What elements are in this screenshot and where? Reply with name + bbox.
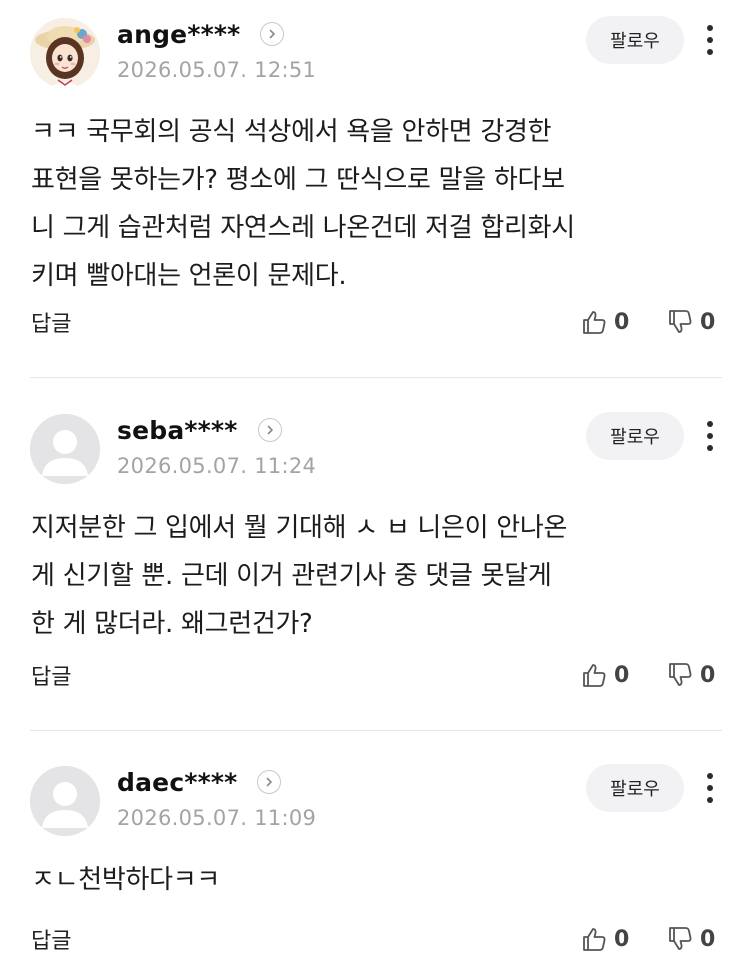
follow-button[interactable]: 팔로우 [586, 412, 684, 460]
comment-date: 2026.05.07. 12:51 [117, 58, 317, 82]
thumbs-up-icon [583, 928, 606, 951]
reply-button[interactable]: 답글 [31, 306, 71, 338]
dislike-count: 0 [700, 662, 716, 688]
nickname-row: seba**** [117, 413, 282, 447]
comment-date: 2026.05.07. 11:09 [117, 806, 317, 830]
like-button[interactable]: 0 [580, 302, 629, 342]
comment-footer: 답글 0 0 [0, 302, 750, 342]
follow-button[interactable]: 팔로우 [586, 16, 684, 64]
dislike-count: 0 [700, 926, 716, 952]
dislike-button[interactable]: 0 [666, 655, 715, 695]
default-user-avatar [30, 414, 100, 484]
nickname-row: daec**** [117, 765, 282, 799]
comment-item: ange**** 2026.05.07. 12:51 팔로우 ㅋㅋ 국무회의 공… [0, 0, 750, 378]
like-count: 0 [614, 309, 630, 335]
chevron-right-icon[interactable] [257, 418, 282, 442]
dislike-button[interactable]: 0 [666, 302, 715, 342]
divider [30, 730, 722, 731]
avatar[interactable] [30, 18, 100, 88]
comment-text: 지저분한 그 입에서 뭘 기대해 ㅅ ㅂ 니은이 안나온 게 신기할 뿐. 근데… [31, 513, 568, 639]
avatar[interactable] [30, 766, 100, 836]
comment-text: ㅋㅋ 국무회의 공식 석상에서 욕을 안하면 강경한 표현을 못하는가? 평소에… [31, 117, 575, 291]
thumbs-up-icon [583, 311, 606, 334]
more-options-icon[interactable] [697, 768, 723, 808]
thumbs-down-icon [669, 927, 692, 950]
nickname-row: ange**** [117, 17, 285, 51]
like-button[interactable]: 0 [580, 655, 629, 695]
like-button[interactable]: 0 [580, 919, 629, 958]
thumbs-up-icon [583, 664, 606, 687]
thumbs-down-icon [669, 663, 692, 686]
comment-item: daec**** 2026.05.07. 11:09 팔로우 ㅈㄴ천박하다ㅋㅋ … [0, 748, 750, 958]
dislike-count: 0 [700, 309, 716, 335]
profile-character-avatar [30, 18, 100, 88]
comment-footer: 답글 0 0 [0, 655, 750, 695]
comment-date: 2026.05.07. 11:24 [117, 454, 317, 478]
reply-button[interactable]: 답글 [31, 923, 71, 955]
more-options-icon[interactable] [697, 20, 723, 60]
avatar[interactable] [30, 414, 100, 484]
chevron-right-icon[interactable] [257, 770, 282, 794]
default-user-avatar [30, 766, 100, 836]
comment-footer: 답글 0 0 [0, 919, 750, 958]
nickname[interactable]: ange**** [117, 20, 240, 49]
like-count: 0 [614, 926, 630, 952]
more-options-icon[interactable] [697, 416, 723, 456]
reply-button[interactable]: 답글 [31, 659, 71, 691]
thumbs-down-icon [669, 310, 692, 333]
like-count: 0 [614, 662, 630, 688]
follow-button[interactable]: 팔로우 [586, 764, 684, 812]
chevron-right-icon[interactable] [260, 22, 285, 46]
divider [30, 377, 722, 378]
dislike-button[interactable]: 0 [666, 919, 715, 958]
nickname[interactable]: daec**** [117, 768, 237, 797]
nickname[interactable]: seba**** [117, 416, 238, 445]
comment-item: seba**** 2026.05.07. 11:24 팔로우 지저분한 그 입에… [0, 396, 750, 731]
comment-text: ㅈㄴ천박하다ㅋㅋ [31, 865, 220, 895]
